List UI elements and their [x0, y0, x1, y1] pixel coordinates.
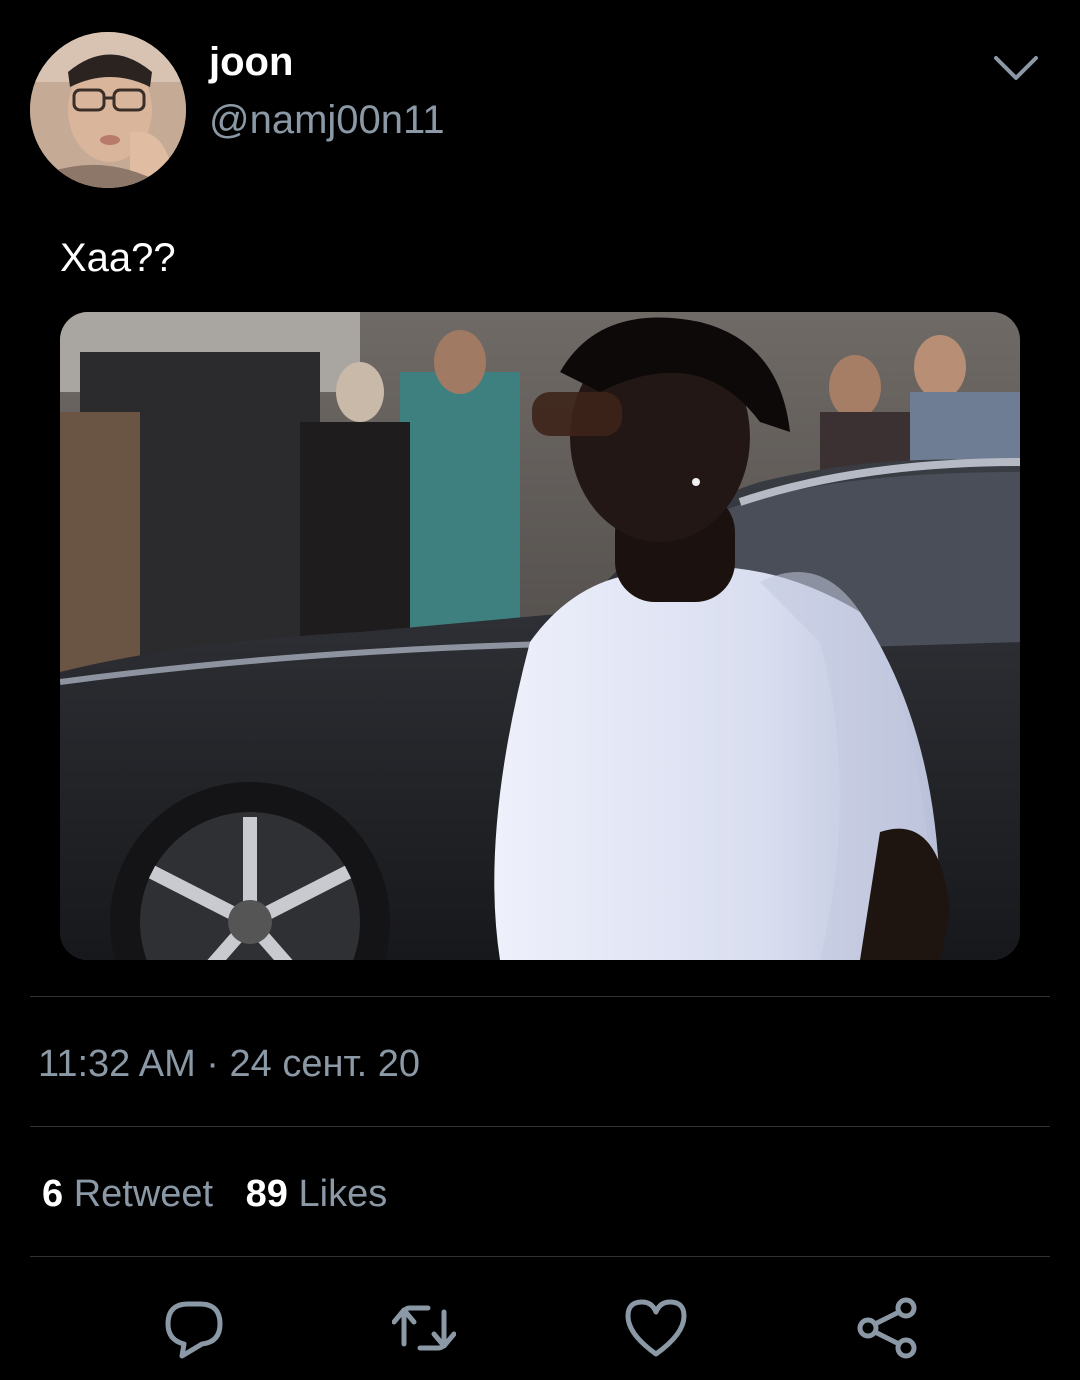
likes-count-link[interactable]: 89 Likes: [246, 1170, 388, 1218]
author-avatar[interactable]: [30, 32, 186, 188]
tweet-text: Хаа??: [60, 236, 176, 280]
tweet-stats: 6 Retweet 89 Likes: [42, 1170, 409, 1218]
reply-button[interactable]: [162, 1296, 226, 1360]
divider: [30, 1256, 1050, 1257]
retweet-label: Retweet: [73, 1173, 214, 1215]
reply-icon: [165, 1301, 223, 1359]
share-button[interactable]: [856, 1296, 920, 1360]
retweet-icon: [392, 1305, 456, 1351]
chevron-down-icon[interactable]: [988, 48, 1044, 88]
divider: [30, 1126, 1050, 1127]
author-handle[interactable]: @namj00n11: [209, 96, 445, 144]
likes-count: 89: [245, 1173, 288, 1215]
retweet-count-link[interactable]: 6 Retweet: [42, 1170, 213, 1218]
like-button[interactable]: [624, 1296, 688, 1360]
share-icon: [857, 1297, 917, 1359]
retweet-count: 6: [42, 1173, 64, 1215]
divider: [30, 996, 1050, 997]
likes-label: Likes: [298, 1173, 388, 1215]
tweet-media[interactable]: [60, 312, 1020, 960]
author-display-name[interactable]: joon: [209, 38, 293, 86]
heart-icon: [625, 1299, 687, 1357]
retweet-button[interactable]: [392, 1296, 456, 1360]
tweet-timestamp[interactable]: 11:32 AM · 24 сент. 20: [38, 1040, 420, 1088]
